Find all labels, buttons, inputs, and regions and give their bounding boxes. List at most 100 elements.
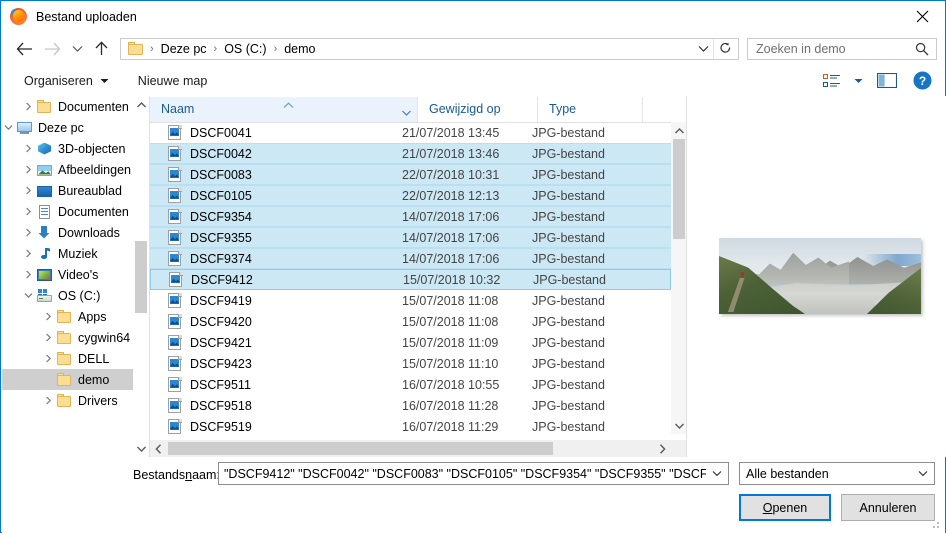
chevron-right-icon[interactable] <box>40 348 56 369</box>
chevron-down-icon[interactable] <box>692 39 714 59</box>
table-row[interactable]: DSCF9519 16/07/2018 11:29 JPG-bestand <box>150 416 671 437</box>
help-icon[interactable]: ? <box>905 69 939 93</box>
filename-input[interactable]: "DSCF9412" "DSCF0042" "DSCF0083" "DSCF01… <box>218 462 729 485</box>
sidebar-item-3d-objecten[interactable]: 3D-objecten <box>2 138 149 159</box>
resize-grip[interactable] <box>929 518 941 530</box>
refresh-icon[interactable] <box>713 38 736 59</box>
chevron-right-icon[interactable] <box>40 327 56 348</box>
sidebar-item-drivers[interactable]: Drivers <box>2 390 149 411</box>
close-icon[interactable] <box>899 1 945 32</box>
sidebar-item-documenten[interactable]: Documenten <box>2 201 149 222</box>
chevron-right-icon[interactable] <box>20 180 36 201</box>
column-header-naam[interactable]: Naam <box>150 96 418 122</box>
jpg-file-icon <box>168 187 182 204</box>
table-row[interactable]: DSCF0042 21/07/2018 13:46 JPG-bestand <box>150 143 671 164</box>
chevron-right-icon[interactable] <box>40 306 56 327</box>
chevron-down-icon[interactable] <box>706 463 728 484</box>
file-modified: 16/07/2018 10:55 <box>402 377 500 392</box>
search-input[interactable]: Zoeken in demo <box>747 37 937 60</box>
cancel-button[interactable]: Annuleren <box>841 494 935 521</box>
table-row[interactable]: DSCF0105 22/07/2018 12:13 JPG-bestand <box>150 185 671 206</box>
table-row[interactable]: DSCF9374 14/07/2018 17:06 JPG-bestand <box>150 248 671 269</box>
sidebar-scrollbar[interactable] <box>133 96 149 457</box>
sidebar-item-dell[interactable]: DELL <box>2 348 149 369</box>
table-row[interactable]: DSCF9518 16/07/2018 11:28 JPG-bestand <box>150 395 671 416</box>
sidebar-item-deze-pc[interactable]: Deze pc <box>2 117 149 138</box>
table-row[interactable]: DSCF0041 21/07/2018 13:45 JPG-bestand <box>150 122 671 143</box>
sidebar-item-apps[interactable]: Apps <box>2 306 149 327</box>
table-row[interactable]: DSCF9511 16/07/2018 10:55 JPG-bestand <box>150 374 671 395</box>
chevron-right-icon[interactable] <box>40 390 56 411</box>
file-type: JPG-bestand <box>532 209 605 224</box>
file-upload-dialog: Bestand uploaden › Deze pc › OS (C:) › d <box>0 0 946 533</box>
recent-locations-icon[interactable] <box>66 34 88 64</box>
search-icon[interactable] <box>915 42 929 56</box>
chevron-right-icon[interactable] <box>20 96 36 117</box>
up-arrow-icon[interactable] <box>88 34 114 64</box>
chevron-right-icon[interactable] <box>20 138 36 159</box>
sidebar-item-muziek[interactable]: Muziek <box>2 243 149 264</box>
column-header-naam-label: Naam <box>161 102 195 116</box>
file-type-select[interactable]: Alle bestanden <box>739 462 935 485</box>
breadcrumb-item-demo[interactable]: demo <box>284 42 315 56</box>
scroll-up-icon[interactable] <box>133 96 149 113</box>
table-row[interactable]: DSCF9419 15/07/2018 11:08 JPG-bestand <box>150 290 671 311</box>
scroll-right-icon[interactable] <box>654 440 671 457</box>
search-placeholder: Zoeken in demo <box>756 41 846 56</box>
table-row[interactable]: DSCF9355 14/07/2018 17:06 JPG-bestand <box>150 227 671 248</box>
sidebar-item-downloads[interactable]: Downloads <box>2 222 149 243</box>
jpg-file-icon <box>168 334 182 351</box>
sidebar-item-video-s[interactable]: Video's <box>2 264 149 285</box>
chevron-down-icon[interactable] <box>20 285 36 306</box>
table-row[interactable]: DSCF9412 15/07/2018 10:32 JPG-bestand <box>150 269 671 290</box>
chevron-down-icon[interactable] <box>847 69 869 93</box>
scroll-down-icon[interactable] <box>133 440 149 457</box>
sidebar-item-demo[interactable]: demo <box>2 369 149 390</box>
chevron-right-icon[interactable] <box>20 159 36 180</box>
sidebar-item-os-c[interactable]: OS (C:) <box>2 285 149 306</box>
chevron-down-icon[interactable] <box>402 105 411 119</box>
column-header-gewijzigd-op[interactable]: Gewijzigd op <box>418 96 538 122</box>
forward-arrow-icon <box>38 34 66 64</box>
back-arrow-icon[interactable] <box>10 34 38 64</box>
breadcrumb[interactable]: › Deze pc › OS (C:) › demo <box>120 37 739 60</box>
open-button-accel: O <box>762 500 773 515</box>
column-header-type[interactable]: Type <box>538 96 643 122</box>
chevron-right-icon[interactable] <box>40 369 56 390</box>
sidebar-item-bureaublad[interactable]: Bureaublad <box>2 180 149 201</box>
breadcrumb-item-os-c[interactable]: OS (C:) <box>224 42 266 56</box>
file-list-horizontal-scrollbar[interactable] <box>150 439 687 457</box>
sidebar-item-afbeeldingen[interactable]: Afbeeldingen <box>2 159 149 180</box>
file-type: JPG-bestand <box>532 377 605 392</box>
breadcrumb-item-deze-pc[interactable]: Deze pc <box>161 42 207 56</box>
sidebar-item-cygwin64[interactable]: cygwin64 <box>2 327 149 348</box>
scroll-up-icon[interactable] <box>671 122 687 139</box>
scroll-left-icon[interactable] <box>150 440 167 457</box>
file-modified: 15/07/2018 11:10 <box>402 356 499 371</box>
file-name: DSCF9511 <box>190 377 251 392</box>
file-list-scrollbar-thumb[interactable] <box>673 139 685 239</box>
sidebar-item-documenten[interactable]: Documenten <box>2 96 149 117</box>
preview-pane-icon[interactable] <box>869 69 905 93</box>
table-row[interactable]: DSCF9354 14/07/2018 17:06 JPG-bestand <box>150 206 671 227</box>
table-row[interactable]: DSCF0083 22/07/2018 10:31 JPG-bestand <box>150 164 671 185</box>
horizontal-scrollbar-thumb[interactable] <box>168 442 553 455</box>
table-row[interactable]: DSCF9420 15/07/2018 11:08 JPG-bestand <box>150 311 671 332</box>
open-button[interactable]: Openen <box>739 494 831 521</box>
file-name: DSCF9355 <box>190 230 252 245</box>
view-list-icon[interactable] <box>817 69 847 93</box>
sidebar-scrollbar-thumb[interactable] <box>135 241 147 313</box>
chevron-right-icon[interactable] <box>20 264 36 285</box>
file-list-scrollbar[interactable] <box>671 122 687 434</box>
organiseren-button[interactable]: Organiseren <box>16 69 117 93</box>
chevron-down-icon[interactable] <box>912 463 934 484</box>
file-modified: 16/07/2018 11:29 <box>402 419 499 434</box>
chevron-right-icon[interactable] <box>20 222 36 243</box>
chevron-right-icon[interactable] <box>20 243 36 264</box>
table-row[interactable]: DSCF9423 15/07/2018 11:10 JPG-bestand <box>150 353 671 374</box>
chevron-down-icon[interactable] <box>2 117 16 138</box>
scroll-down-icon[interactable] <box>671 417 687 434</box>
chevron-right-icon[interactable] <box>20 201 36 222</box>
table-row[interactable]: DSCF9421 15/07/2018 11:09 JPG-bestand <box>150 332 671 353</box>
nieuwe-map-button[interactable]: Nieuwe map <box>130 69 215 93</box>
